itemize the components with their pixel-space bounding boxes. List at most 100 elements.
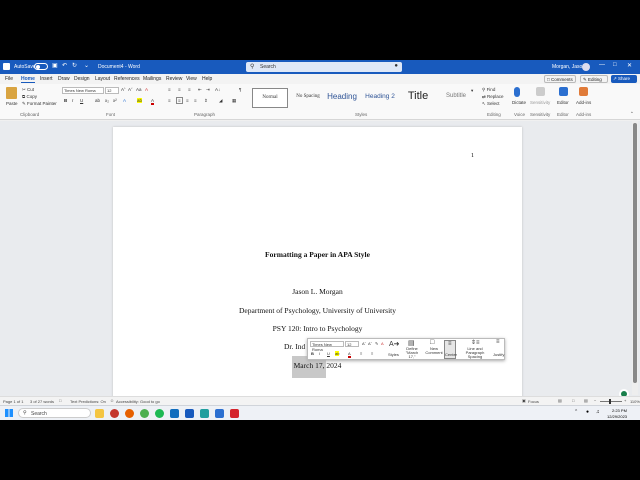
zoom-out-icon[interactable]: − <box>594 398 596 403</box>
spotify-icon[interactable] <box>155 409 164 418</box>
comments-button[interactable]: □ Comments <box>544 75 576 83</box>
read-mode-icon[interactable]: ▤ <box>558 398 562 403</box>
mini-bullets-icon[interactable]: ≡ <box>360 351 362 356</box>
multilevel-list-icon[interactable]: ≡ <box>188 87 191 92</box>
editor-button[interactable]: Editor <box>557 100 569 105</box>
text-predictions-status[interactable]: Text Predictions: On <box>70 399 106 404</box>
avatar[interactable] <box>582 63 590 71</box>
italic-button[interactable]: I <box>72 98 73 103</box>
course-line[interactable]: PSY 120: Intro to Psychology <box>113 324 522 333</box>
tab-mailings[interactable]: Mailings <box>143 76 161 82</box>
zoom-slider[interactable] <box>600 399 622 404</box>
bold-button[interactable]: B <box>64 98 67 103</box>
mini-line-spacing-icon[interactable]: ⇕≡ <box>471 339 480 346</box>
paper-title[interactable]: Formatting a Paper in APA Style <box>113 250 522 259</box>
tab-references[interactable]: References <box>114 76 140 82</box>
style-subtitle[interactable]: Subtitle <box>438 88 474 108</box>
replace-button[interactable]: ⇄ Replace <box>482 94 504 100</box>
proofing-icon[interactable]: □ <box>59 398 61 403</box>
font-name-select[interactable]: Times New Roma <box>62 87 104 94</box>
accessibility-status[interactable]: Accessibility: Good to go <box>116 399 160 404</box>
mini-styles-icon[interactable]: A➜ <box>389 340 400 348</box>
find-button[interactable]: ⚲ Find <box>482 87 495 93</box>
addins-button[interactable]: Add-ins <box>576 100 591 105</box>
clock-time[interactable]: 2:23 PM <box>612 408 627 413</box>
instructor-line[interactable]: Dr. Ind <box>284 342 305 351</box>
file-explorer-icon[interactable] <box>95 409 104 418</box>
date-line[interactable]: March 17, 2024 <box>113 361 522 370</box>
mini-font-name-select[interactable]: Times New Roma <box>310 341 344 352</box>
department-line[interactable]: Department of Psychology, University of … <box>113 306 522 315</box>
align-right-icon[interactable]: ≡ <box>186 98 189 103</box>
autosave-toggle[interactable] <box>34 63 48 70</box>
firefox-icon[interactable] <box>125 409 134 418</box>
acrobat-icon[interactable] <box>230 409 239 418</box>
font-size-select[interactable]: 12 <box>105 87 119 94</box>
microphone-icon[interactable] <box>514 87 520 97</box>
line-spacing-icon[interactable]: ⇕ <box>204 98 208 104</box>
style-title[interactable]: Title <box>400 88 436 108</box>
scrollbar-thumb[interactable] <box>633 123 637 383</box>
shrink-font-icon[interactable]: Aˇ <box>128 87 133 92</box>
strikethrough-button[interactable]: ab <box>95 98 100 103</box>
qat-more-icon[interactable]: ⌄ <box>84 62 89 69</box>
tab-design[interactable]: Design <box>74 76 90 82</box>
microphone-icon[interactable]: ● <box>394 63 398 69</box>
mail-icon[interactable] <box>170 409 179 418</box>
tab-home[interactable]: Home <box>21 76 35 83</box>
wifi-icon[interactable]: ● <box>586 409 589 415</box>
zoom-level[interactable]: 110% <box>630 399 640 404</box>
mini-clear-format-icon[interactable]: A <box>381 341 384 346</box>
mini-define-button[interactable]: Define "March 17," <box>402 347 422 359</box>
paste-icon[interactable] <box>6 87 17 99</box>
tab-view[interactable]: View <box>186 76 197 82</box>
justify-icon[interactable]: ≡ <box>194 98 197 103</box>
clock-date[interactable]: 12/29/2023 <box>607 414 627 419</box>
mini-format-painter-icon[interactable]: ✎ <box>375 341 378 346</box>
mini-font-size-select[interactable]: 12 <box>345 341 359 347</box>
search-box[interactable]: ⚲ Search ● <box>246 62 402 72</box>
tab-draw[interactable]: Draw <box>58 76 70 82</box>
tab-layout[interactable]: Layout <box>95 76 110 82</box>
focus-button[interactable]: Focus <box>528 399 539 404</box>
decrease-indent-icon[interactable]: ⇤ <box>198 87 202 93</box>
font-color-icon[interactable]: A <box>151 98 155 105</box>
print-layout-icon[interactable]: □ <box>572 398 574 403</box>
mini-line-spacing-button[interactable]: Line and Paragraph Spacing <box>458 347 492 359</box>
mini-grow-font-icon[interactable]: Aˆ <box>362 341 366 346</box>
cut-button[interactable]: ✂ Cut <box>22 87 34 93</box>
styles-scroll-icon[interactable]: ▾ <box>471 88 473 94</box>
tray-chevron-icon[interactable]: ⌃ <box>574 409 578 415</box>
dictate-button[interactable]: Dictate <box>512 100 526 105</box>
volume-icon[interactable]: ♫ <box>596 409 600 415</box>
page-count[interactable]: Page 1 of 1 <box>3 399 23 404</box>
mini-highlight-icon[interactable]: ab <box>335 351 340 356</box>
web-layout-icon[interactable]: ▤ <box>584 398 588 403</box>
mini-italic-button[interactable]: I <box>319 351 320 356</box>
mini-underline-button[interactable]: U <box>327 351 330 356</box>
bullets-icon[interactable]: ≡ <box>168 87 171 92</box>
mini-shrink-font-icon[interactable]: Aˇ <box>368 341 372 346</box>
tab-review[interactable]: Review <box>166 76 182 82</box>
mini-styles-button[interactable]: Styles <box>388 352 399 357</box>
save-icon[interactable]: ▣ <box>52 62 58 69</box>
minimize-icon[interactable]: — <box>599 62 605 68</box>
share-button[interactable]: ↗ Share <box>611 75 637 83</box>
teams-icon[interactable] <box>200 409 209 418</box>
taskbar-search[interactable]: ⚲ Search <box>18 408 91 418</box>
tab-insert[interactable]: Insert <box>40 76 53 82</box>
format-painter-button[interactable]: ✎ Format Painter <box>22 101 57 107</box>
text-effects-icon[interactable]: A <box>123 98 126 103</box>
addins-icon[interactable] <box>579 87 588 96</box>
change-case-icon[interactable]: Aa <box>136 87 142 92</box>
maximize-icon[interactable]: □ <box>613 62 617 68</box>
mini-justify-button[interactable]: Justify <box>493 352 504 357</box>
app-icon[interactable] <box>215 409 224 418</box>
mini-font-color-icon[interactable]: A <box>348 351 351 358</box>
close-icon[interactable]: ✕ <box>627 62 632 69</box>
align-left-icon[interactable]: ≡ <box>168 98 171 103</box>
borders-icon[interactable]: ▦ <box>232 98 236 104</box>
mini-numbering-icon[interactable]: ≡ <box>371 351 373 356</box>
document-page[interactable]: 1 Formatting a Paper in APA Style Jason … <box>113 127 522 407</box>
increase-indent-icon[interactable]: ⇥ <box>206 87 210 93</box>
